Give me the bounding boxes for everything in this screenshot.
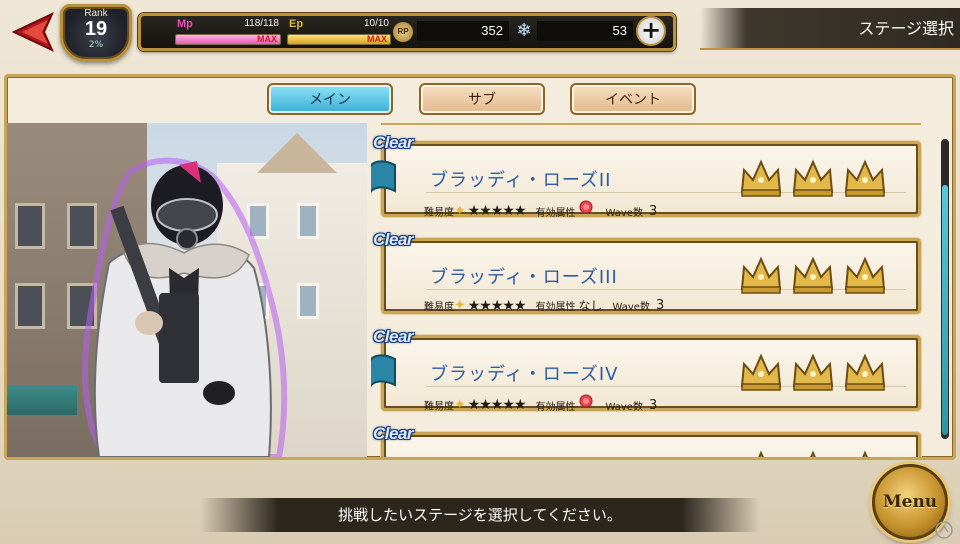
crown-icon [844, 353, 886, 391]
mp-value: 118/118 [244, 18, 279, 29]
tab-bar: メイン サブ イベント [7, 77, 953, 123]
stage-name: ブラッディ・ローズIV [430, 364, 619, 385]
difficulty-star-icon: ✦ [454, 297, 466, 314]
crown-icon [792, 159, 834, 197]
crown-icon [844, 256, 886, 294]
wave-value: 3 [655, 298, 665, 313]
stage-list[interactable]: ブラッディ・ローズII 難易度✦ ★★★★★ 有効属性 Wave数 3 Clear ブラッディ… [371, 123, 937, 457]
ep-value: 10/10 [363, 18, 389, 29]
crown-icon [792, 353, 834, 391]
rose-icon [579, 200, 592, 214]
difficulty-label: 難易度 [424, 302, 454, 313]
attribute-label: 有効属性 [535, 302, 576, 313]
tab-sub[interactable]: サブ [419, 83, 545, 115]
ep-gauge: Ep 10/10 MAX [287, 18, 391, 48]
book-icon [371, 160, 396, 194]
rp-value: 352 [417, 21, 509, 41]
main-panel: メイン サブ イベント ブラッディ・ローズII 難易度✦ ★★★★★ 有効属性 … [4, 74, 956, 460]
rose-icon [579, 394, 592, 408]
back-button[interactable] [4, 10, 56, 54]
wave-value: 3 [648, 397, 658, 413]
crown-rating [738, 352, 894, 392]
stage-card-body: ブラッディ・ローズIV 難易度✦ ★★★★★ 有効属性 Wave数 3 [381, 335, 921, 414]
window [297, 203, 319, 239]
instruction-message: 挑戦したいステージを選択してください。 [200, 498, 760, 532]
rank-badge: Rank 19 2% [60, 4, 132, 62]
difficulty-stars: ★★★★★ [467, 203, 527, 219]
stage-meta: 難易度✦ ★★★★★ 有効属性 Wave数 3 [424, 200, 657, 220]
difficulty-star-icon: ✦ [454, 397, 466, 413]
book-icon [371, 354, 396, 388]
stage-card-body: ブラッディ・ローズIII 難易度✦ ★★★★★ 有効属性 なし Wave数 3 [381, 238, 921, 314]
crown-icon [862, 450, 868, 457]
wave-label: Wave数 [612, 302, 650, 313]
tab-main[interactable]: メイン [267, 83, 393, 115]
difficulty-label: 難易度 [424, 207, 454, 219]
status-bar: Mp 118/118 MAX Ep 10/10 MAX RP 352 ❄ 53 … [138, 13, 676, 51]
crown-icon [740, 353, 782, 391]
stage-card[interactable]: ブラッディ・ローズVClear [371, 424, 923, 457]
crown-icon [792, 256, 834, 294]
window [297, 283, 319, 319]
attribute-label: 有効属性 [535, 401, 576, 413]
difficulty-stars: ★★★★★ [467, 297, 527, 314]
gem-icon: ❄ [516, 20, 532, 41]
background-scene [7, 123, 367, 457]
window [15, 203, 45, 249]
shop-awning [7, 385, 77, 415]
clear-badge: Clear [373, 327, 414, 346]
wave-label: Wave数 [605, 401, 643, 413]
mp-max-label: MAX [257, 34, 277, 44]
back-arrow-icon [11, 11, 55, 53]
crown-icon [758, 450, 764, 457]
stage-card[interactable]: ブラッディ・ローズII 難易度✦ ★★★★★ 有効属性 Wave数 3 Clear [371, 133, 923, 220]
stage-card[interactable]: ブラッディ・ローズIII 難易度✦ ★★★★★ 有効属性 なし Wave数 3 Clear [371, 230, 923, 314]
scrollbar[interactable] [941, 139, 949, 439]
attribute-label: 有効属性 [535, 207, 576, 219]
stage-card-body: ブラッディ・ローズV [381, 432, 921, 457]
stage-meta: 難易度✦ ★★★★★ 有効属性 Wave数 3 [424, 394, 657, 414]
rp-icon: RP [393, 22, 413, 42]
add-currency-button[interactable]: + [636, 16, 666, 46]
clear-badge: Clear [373, 230, 414, 249]
character-portrait [82, 157, 288, 457]
watermark-icon [935, 521, 953, 539]
stage-card[interactable]: ブラッディ・ローズIV 難易度✦ ★★★★★ 有効属性 Wave数 3 Clear [371, 327, 923, 414]
menu-label: Menu [882, 492, 938, 512]
rank-value: 19 [84, 18, 108, 40]
crown-icon [740, 256, 782, 294]
stage-meta: 難易度✦ ★★★★★ 有効属性 なし Wave数 3 [424, 297, 664, 317]
crown-rating [738, 449, 894, 457]
stage-name: ブラッディ・ローズII [430, 170, 612, 191]
crown-icon [844, 159, 886, 197]
difficulty-label: 難易度 [424, 401, 454, 413]
crown-rating [738, 158, 894, 198]
ep-max-label: MAX [367, 34, 387, 44]
difficulty-stars: ★★★★★ [467, 397, 527, 413]
screen-title: ステージ選択 [700, 8, 960, 50]
mp-gauge: Mp 118/118 MAX [175, 18, 281, 48]
wave-label: Wave数 [605, 207, 643, 219]
list-top-border [381, 123, 921, 129]
mp-label: Mp [177, 18, 193, 30]
stage-card-body: ブラッディ・ローズII 難易度✦ ★★★★★ 有効属性 Wave数 3 [381, 141, 921, 220]
clear-badge: Clear [373, 424, 414, 443]
wave-value: 3 [648, 203, 658, 219]
difficulty-star-icon: ✦ [454, 203, 466, 219]
crown-rating [738, 255, 894, 295]
scrollbar-thumb[interactable] [942, 185, 948, 435]
window [15, 283, 45, 329]
rank-progress: 2% [88, 40, 104, 50]
crown-icon [810, 450, 816, 457]
clear-badge: Clear [373, 133, 414, 152]
crown-icon [740, 159, 782, 197]
attribute-value: なし [578, 299, 603, 313]
ep-label: Ep [289, 18, 304, 30]
stage-name: ブラッディ・ローズIII [430, 267, 618, 288]
gem-value: 53 [537, 21, 633, 41]
tab-event[interactable]: イベント [570, 83, 696, 115]
